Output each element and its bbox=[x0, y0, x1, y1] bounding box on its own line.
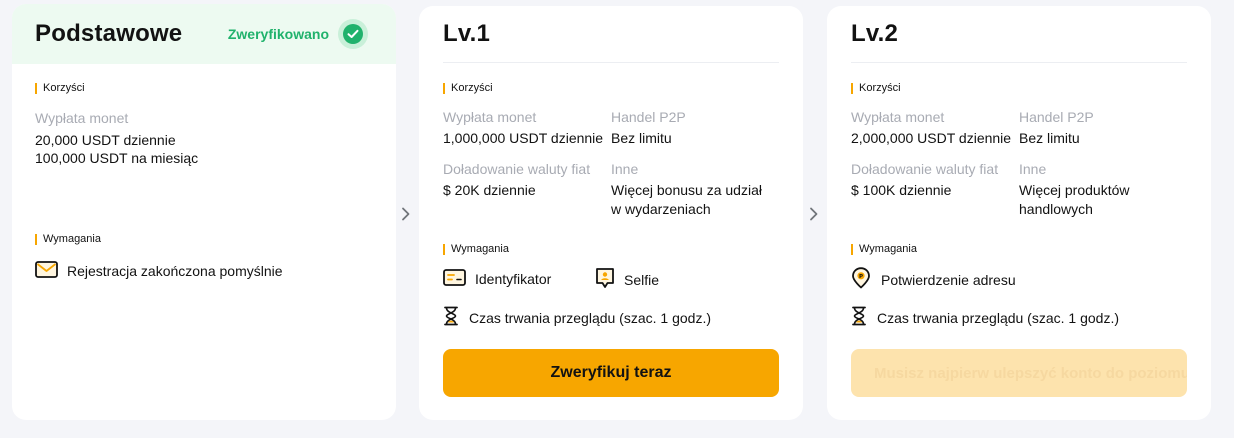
basic-withdrawal-daily: 20,000 USDT dziennie bbox=[35, 132, 176, 148]
id-card-icon bbox=[443, 269, 466, 289]
basic-card-header: Podstawowe Zweryfikowano bbox=[12, 4, 396, 64]
lv1-req-selfie-label: Selfie bbox=[624, 271, 660, 288]
lv2-p2p-label: Handel P2P bbox=[1019, 109, 1094, 125]
basic-requirements-label: Wymagania bbox=[35, 234, 101, 245]
lv1-level-card: Lv.1 Korzyści Wypłata monet 1,000,000 US… bbox=[419, 6, 803, 420]
lv1-withdrawal-value: 1,000,000 USDT dziennie bbox=[443, 130, 604, 146]
location-pin-icon: P bbox=[851, 267, 871, 292]
lv1-fiat-value: $ 20K dziennie bbox=[443, 182, 536, 198]
lv1-card-title: Lv.1 bbox=[443, 20, 491, 47]
hourglass-icon bbox=[443, 306, 459, 329]
lv1-req-selfie-item: Selfie bbox=[595, 267, 659, 292]
basic-withdrawal-label: Wypłata monet bbox=[35, 110, 129, 126]
lv2-p2p-value: Bez limitu bbox=[1019, 130, 1080, 146]
lv2-other-label: Inne bbox=[1019, 161, 1047, 177]
lv1-review-time-label: Czas trwania przeglądu (szac. 1 godz.) bbox=[469, 309, 711, 326]
lv2-requirements-label: Wymagania bbox=[851, 244, 917, 255]
lv1-other-label: Inne bbox=[611, 161, 639, 177]
lv1-card-header: Lv.1 bbox=[443, 6, 779, 63]
basic-card-title: Podstawowe bbox=[35, 20, 183, 47]
verify-now-button[interactable]: Zweryfikuj teraz bbox=[443, 349, 779, 397]
lv1-req-id-label: Identyfikator bbox=[475, 271, 552, 287]
lv1-fiat-label: Doładowanie waluty fiat bbox=[443, 161, 591, 177]
check-icon bbox=[338, 19, 368, 49]
verified-status: Zweryfikowano bbox=[228, 19, 368, 49]
chevron-right-icon bbox=[402, 207, 410, 221]
lv2-card-title: Lv.2 bbox=[851, 20, 899, 47]
chevron-right-icon bbox=[810, 207, 818, 221]
lv2-benefits-label: Korzyści bbox=[851, 83, 901, 94]
lv1-p2p-label: Handel P2P bbox=[611, 109, 686, 125]
lv2-withdrawal-value: 2,000,000 USDT dziennie bbox=[851, 130, 1012, 146]
basic-requirement-label: Rejestracja zakończona pomyślnie bbox=[67, 263, 283, 279]
lv1-benefits-label: Korzyści bbox=[443, 83, 493, 94]
lv2-req-address-item: P Potwierdzenie adresu bbox=[851, 267, 1016, 292]
lv1-review-time-item: Czas trwania przeglądu (szac. 1 godz.) bbox=[443, 306, 711, 329]
lv2-level-card: Lv.2 Korzyści Wypłata monet 2,000,000 US… bbox=[827, 6, 1211, 420]
lv2-req-address-label: Potwierdzenie adresu bbox=[881, 271, 1016, 288]
verified-status-label: Zweryfikowano bbox=[227, 26, 329, 42]
lv2-card-header: Lv.2 bbox=[851, 6, 1187, 63]
lv2-fiat-value: $ 100K dziennie bbox=[851, 182, 952, 198]
selfie-icon bbox=[595, 267, 615, 292]
lv2-fiat-label: Doładowanie waluty fiat bbox=[851, 161, 999, 177]
lv1-p2p-value: Bez limitu bbox=[611, 130, 672, 146]
basic-level-card: Podstawowe Zweryfikowano Korzyści Wypłat… bbox=[12, 4, 396, 420]
basic-requirement-item: Rejestracja zakończona pomyślnie bbox=[35, 261, 283, 281]
lv2-other-value-line2: handlowych bbox=[1019, 201, 1093, 217]
lv2-review-time-label: Czas trwania przeglądu (szac. 1 godz.) bbox=[877, 309, 1119, 326]
lv2-review-time-item: Czas trwania przeglądu (szac. 1 godz.) bbox=[851, 306, 1119, 329]
lv1-withdrawal-label: Wypłata monet bbox=[443, 109, 537, 125]
envelope-icon bbox=[35, 261, 58, 281]
lv1-req-id-item: Identyfikator bbox=[443, 269, 551, 289]
lv2-withdrawal-label: Wypłata monet bbox=[851, 109, 945, 125]
lv1-other-value-line2: w wydarzeniach bbox=[611, 201, 711, 217]
lv1-other-value-line1: Więcej bonusu za udział bbox=[611, 182, 762, 198]
hourglass-icon bbox=[851, 306, 867, 329]
svg-text:P: P bbox=[859, 274, 863, 280]
upgrade-required-button: Musisz najpierw ulepszyć konto do poziom… bbox=[851, 349, 1187, 397]
basic-benefits-label: Korzyści bbox=[35, 83, 85, 94]
lv1-requirements-label: Wymagania bbox=[443, 244, 509, 255]
lv2-other-value-line1: Więcej produktów bbox=[1019, 182, 1130, 198]
basic-withdrawal-monthly: 100,000 USDT na miesiąc bbox=[35, 150, 199, 166]
